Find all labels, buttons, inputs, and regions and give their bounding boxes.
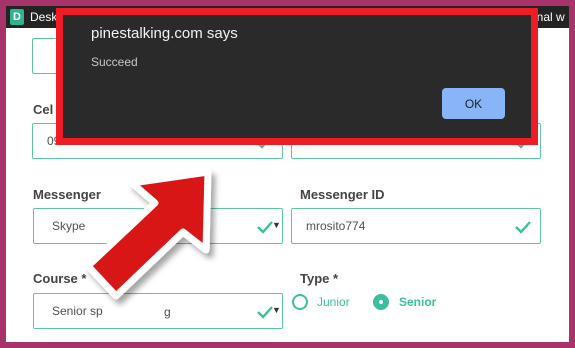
radio-senior[interactable] xyxy=(373,294,389,310)
course-value-tail: g xyxy=(164,305,171,319)
dialog-message: Succeed xyxy=(91,55,138,69)
dialog-title: pinestalking.com says xyxy=(91,25,238,42)
cellphone-label: Cel xyxy=(33,102,54,117)
alert-dialog: pinestalking.com says Succeed OK xyxy=(56,8,538,145)
app-icon: D xyxy=(10,9,24,25)
type-label: Type * xyxy=(300,271,339,286)
messenger-label: Messenger xyxy=(33,187,101,202)
chevron-down-icon: ▼ xyxy=(272,220,281,230)
check-icon xyxy=(515,221,531,234)
messenger-id-value: mrosito774 xyxy=(306,219,366,233)
chevron-down-icon: ▼ xyxy=(272,305,281,315)
radio-junior[interactable] xyxy=(292,294,308,310)
messenger-id-label: Messenger ID xyxy=(300,187,385,202)
course-value: Senior sp xyxy=(52,304,103,318)
tab-title-left[interactable]: Desk xyxy=(30,10,57,24)
ok-button[interactable]: OK xyxy=(442,88,505,119)
messenger-id-input[interactable]: mrosito774 xyxy=(291,208,541,244)
course-select[interactable]: Senior sp g ▼ xyxy=(33,293,283,329)
radio-junior-label[interactable]: Junior xyxy=(317,295,350,309)
messenger-value: Skype xyxy=(52,219,86,233)
messenger-select[interactable]: Skype ▼ xyxy=(33,208,283,244)
course-label: Course * xyxy=(33,271,87,286)
radio-senior-label[interactable]: Senior xyxy=(399,295,436,309)
